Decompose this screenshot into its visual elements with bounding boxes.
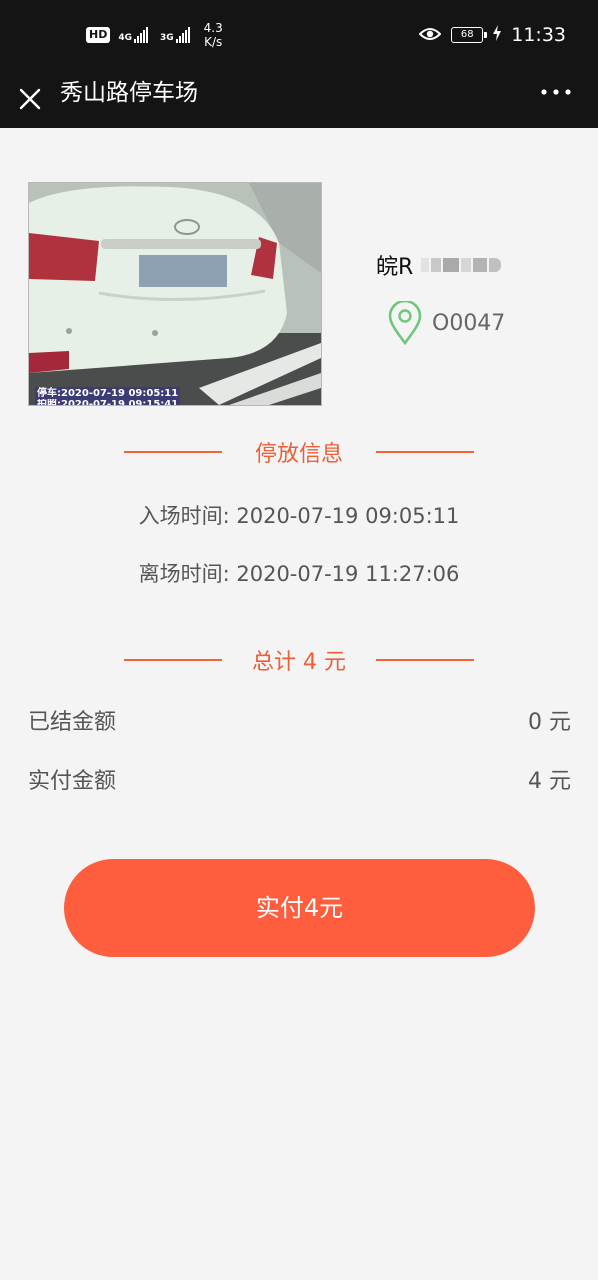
signal-2: 3G bbox=[160, 27, 190, 43]
settled-amount-value: 0 元 bbox=[528, 710, 571, 735]
exit-time-value: 2020-07-19 11:27:06 bbox=[236, 562, 460, 586]
car-image bbox=[29, 183, 321, 405]
total-title: 总计 4 元 bbox=[252, 650, 346, 675]
divider bbox=[124, 451, 222, 453]
divider bbox=[376, 451, 474, 453]
space-code: O0047 bbox=[432, 310, 506, 336]
photo-caption-park: 停车:2020-07-19 09:05:11 bbox=[37, 388, 179, 399]
plate-redacted bbox=[421, 258, 502, 272]
signal-icon bbox=[175, 27, 190, 43]
exit-time-label: 离场时间: bbox=[138, 562, 230, 586]
exit-time-row: 离场时间: 2020-07-19 11:27:06 bbox=[0, 558, 598, 590]
vehicle-photo[interactable]: 停车:2020-07-19 09:05:11 拍照:2020-07-19 09:… bbox=[28, 182, 322, 406]
hd-icon: HD bbox=[86, 27, 111, 43]
entry-time-label: 入场时间: bbox=[138, 504, 230, 528]
photo-caption-shot: 拍照:2020-07-19 09:15:41 bbox=[37, 399, 179, 405]
network-speed-value: 4.3 bbox=[203, 21, 223, 35]
photo-timestamp: 停车:2020-07-19 09:05:11 拍照:2020-07-19 09:… bbox=[35, 387, 181, 405]
total-header: 总计 4 元 bbox=[124, 642, 474, 678]
plate-number: 皖R bbox=[376, 248, 502, 282]
more-icon bbox=[541, 89, 571, 95]
network-type-label: 3G bbox=[160, 33, 174, 43]
plate-prefix: 皖R bbox=[376, 255, 414, 280]
status-left: HD 4G 3G 4.3 K/s bbox=[86, 18, 223, 52]
eye-icon bbox=[418, 26, 442, 45]
status-bar: HD 4G 3G 4.3 K/s 68 11:33 bbox=[0, 0, 598, 70]
network-type-label: 4G bbox=[118, 33, 132, 43]
status-right: 68 11:33 bbox=[418, 20, 566, 50]
entry-time-value: 2020-07-19 09:05:11 bbox=[236, 504, 460, 528]
nav-bar: 秀山路停车场 bbox=[0, 70, 598, 128]
pay-button[interactable]: 实付4元 bbox=[64, 859, 535, 957]
paid-amount-label: 实付金额 bbox=[28, 769, 117, 794]
divider bbox=[376, 659, 474, 661]
parking-space: O0047 bbox=[388, 300, 505, 346]
paid-amount-row: 实付金额 4 元 bbox=[28, 765, 571, 799]
charging-icon bbox=[493, 25, 502, 45]
close-icon bbox=[19, 88, 41, 110]
parking-info-header: 停放信息 bbox=[124, 434, 474, 470]
settled-amount-label: 已结金额 bbox=[28, 710, 117, 735]
close-button[interactable] bbox=[12, 76, 48, 122]
signal-icon bbox=[134, 27, 148, 43]
divider bbox=[124, 659, 222, 661]
page-title: 秀山路停车场 bbox=[60, 80, 198, 106]
location-pin-icon bbox=[388, 301, 422, 345]
network-speed: 4.3 K/s bbox=[204, 21, 223, 49]
section-title: 停放信息 bbox=[254, 442, 343, 467]
signal-1: 4G bbox=[118, 27, 148, 43]
paid-amount-value: 4 元 bbox=[528, 769, 571, 794]
battery-icon: 68 bbox=[451, 27, 488, 43]
more-button[interactable] bbox=[536, 76, 576, 108]
network-speed-unit: K/s bbox=[204, 35, 223, 49]
entry-time-row: 入场时间: 2020-07-19 09:05:11 bbox=[0, 500, 598, 532]
settled-amount-row: 已结金额 0 元 bbox=[28, 706, 571, 740]
clock: 11:33 bbox=[511, 24, 566, 46]
